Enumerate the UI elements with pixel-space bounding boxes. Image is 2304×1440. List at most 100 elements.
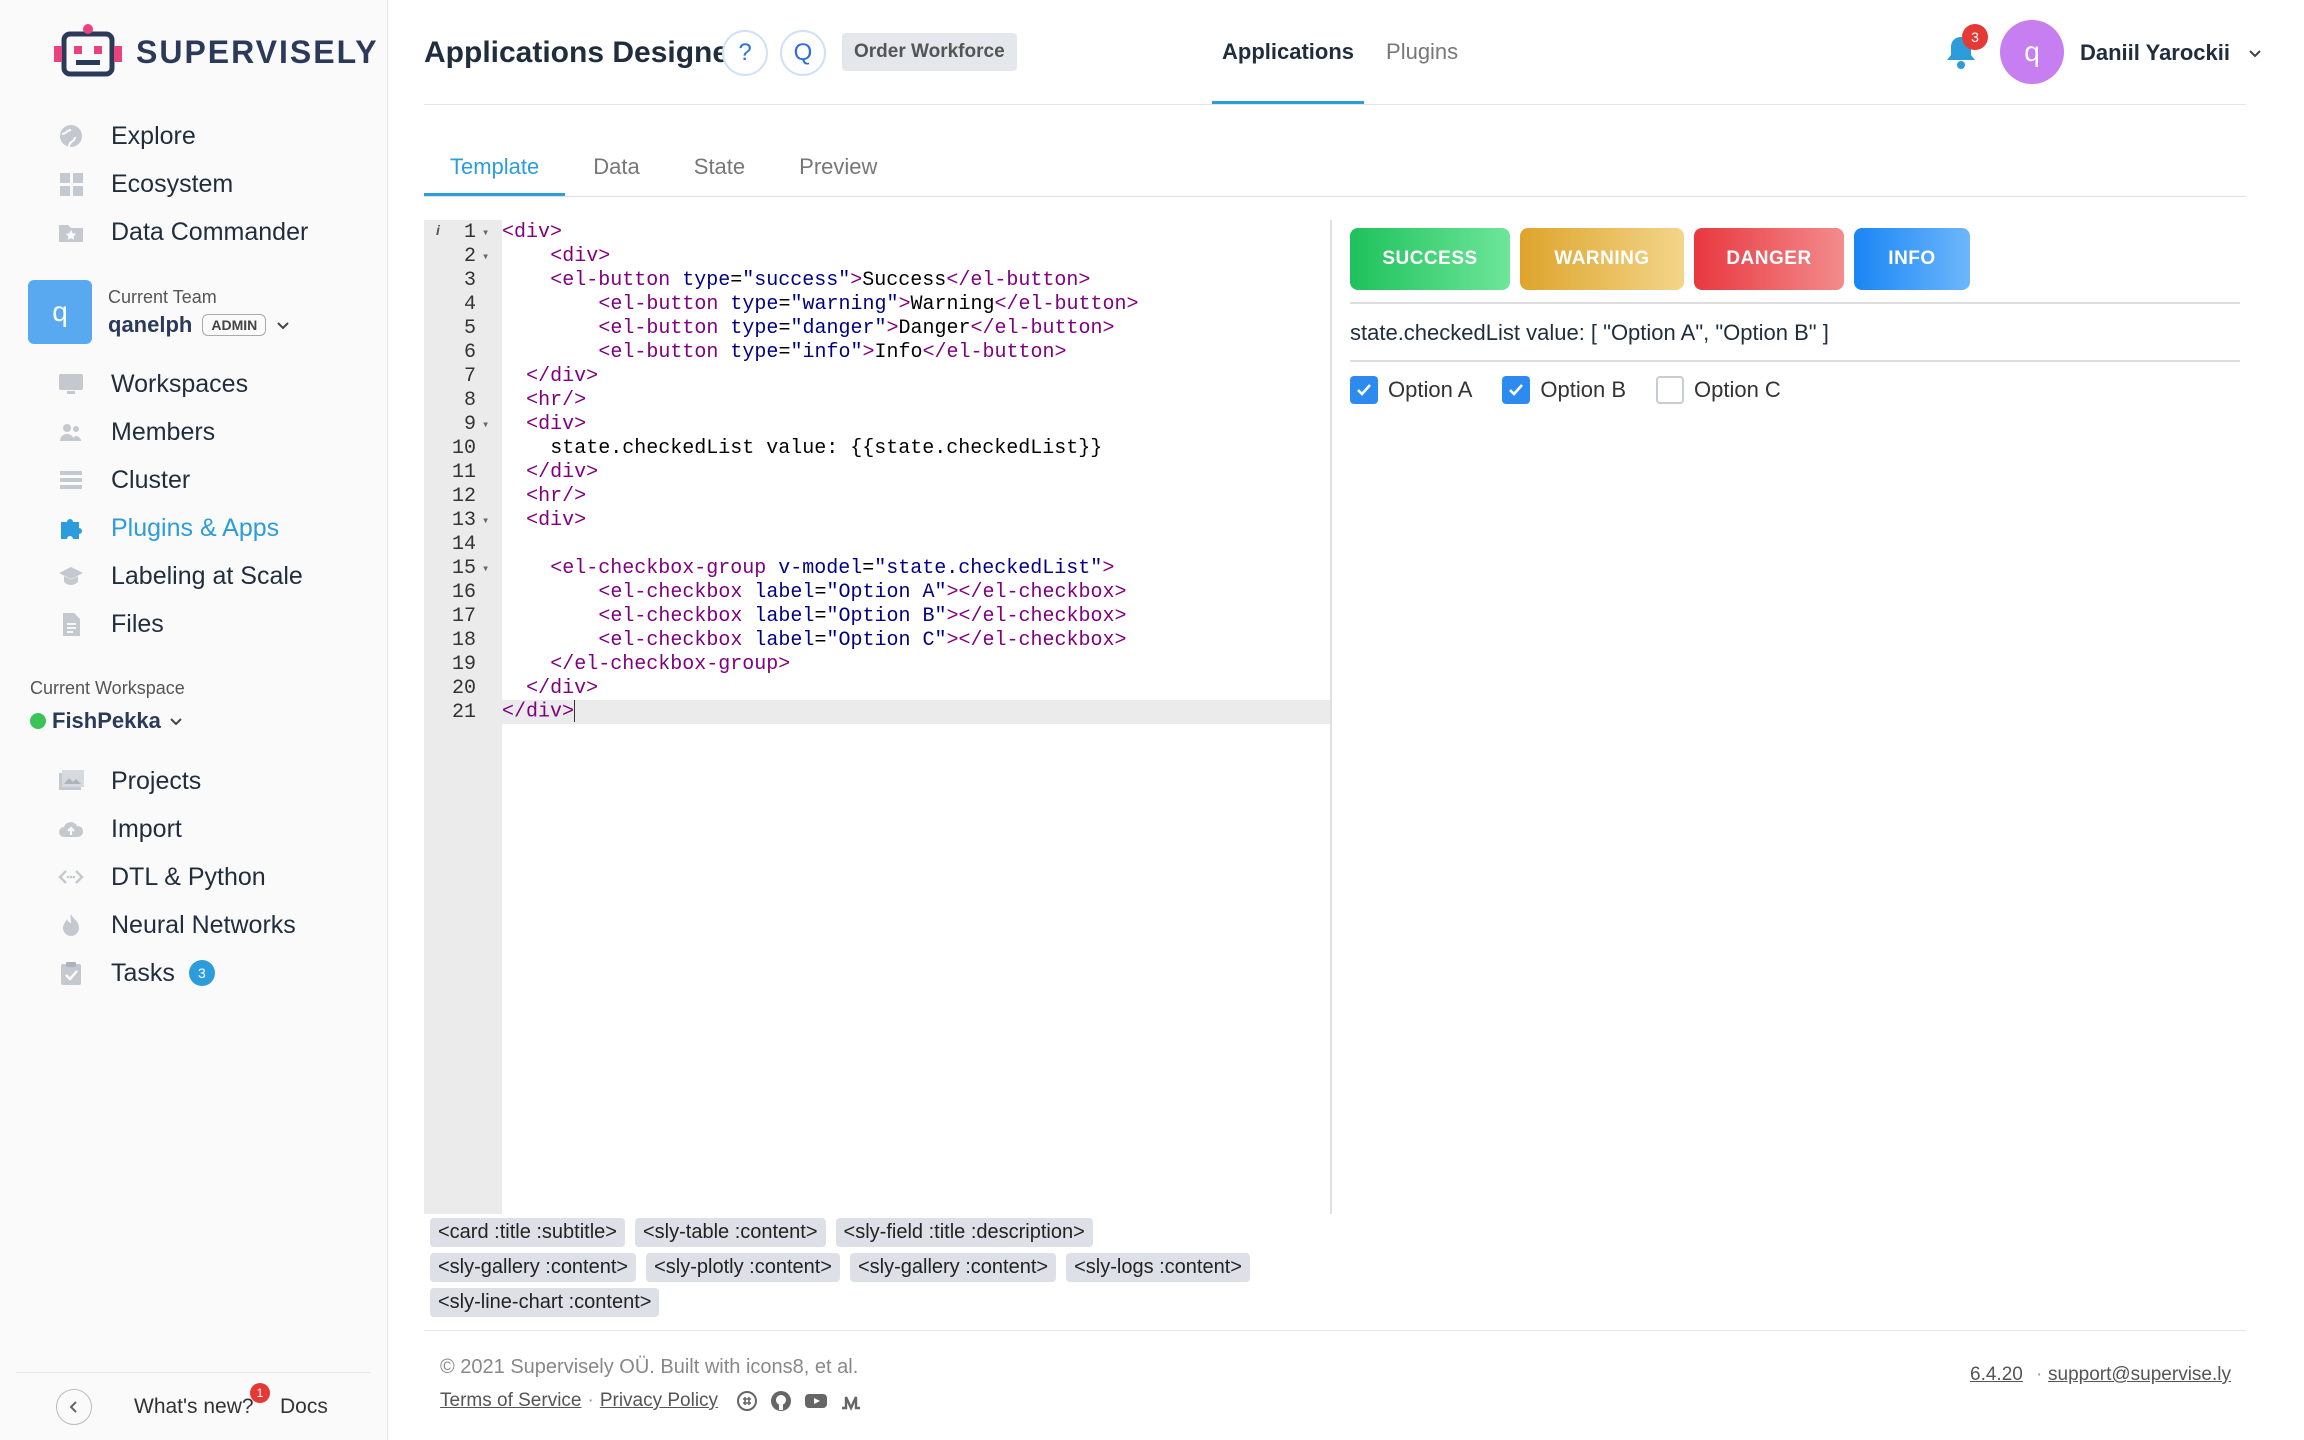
sidebar-item-members[interactable]: Members	[56, 408, 376, 456]
terms-link[interactable]: Terms of Service	[440, 1390, 581, 1412]
privacy-link[interactable]: Privacy Policy	[600, 1390, 718, 1412]
code-text: <div>	[502, 221, 562, 244]
workspace-switcher[interactable]: FishPekka	[30, 708, 185, 734]
team-switcher[interactable]: q Current Team qanelph ADMIN	[28, 280, 292, 344]
medium-icon[interactable]	[840, 1391, 862, 1411]
tab-preview[interactable]: Preview	[773, 138, 903, 196]
order-workforce-tag[interactable]: Order Workforce	[842, 33, 1017, 71]
danger-button[interactable]: DANGER	[1694, 228, 1844, 290]
collapse-sidebar-button[interactable]	[56, 1389, 92, 1425]
sidebar-item-data-commander[interactable]: Data Commander	[56, 208, 376, 256]
code-line[interactable]: 8 <hr/>	[424, 388, 1330, 412]
youtube-icon[interactable]	[804, 1391, 828, 1411]
code-line[interactable]: 16 <el-checkbox label="Option A"></el-che…	[424, 580, 1330, 604]
code-line[interactable]: 20 </div>	[424, 676, 1330, 700]
sidebar-item-import[interactable]: Import	[56, 805, 376, 853]
search-button[interactable]: Q	[780, 30, 826, 76]
preview-divider	[1350, 360, 2240, 362]
snippet-chip[interactable]: <sly-gallery :content>	[849, 1253, 1057, 1282]
user-avatar[interactable]: q	[2000, 20, 2064, 84]
text-cursor	[574, 700, 576, 723]
code-line[interactable]: 7 </div>	[424, 364, 1330, 388]
code-line[interactable]: 12 <hr/>	[424, 484, 1330, 508]
help-button[interactable]: ?	[722, 30, 768, 76]
fold-arrow-icon[interactable]: ▾	[482, 561, 502, 576]
snippet-chip[interactable]: <sly-gallery :content>	[430, 1253, 637, 1282]
checkbox-checked-icon[interactable]	[1350, 376, 1378, 404]
chevron-down-icon	[170, 718, 182, 726]
warning-button[interactable]: WARNING	[1520, 228, 1684, 290]
tab-template[interactable]: Template	[424, 138, 566, 196]
code-line[interactable]: 18 <el-checkbox label="Option C"></el-che…	[424, 628, 1330, 652]
code-token: label	[754, 604, 815, 628]
code-line[interactable]: 19 </el-checkbox-group>	[424, 652, 1330, 676]
sidebar-item-files[interactable]: Files	[56, 600, 376, 648]
code-editor[interactable]: i 1 ▾ <div> 2 ▾ <div> 3 <el-button type="succes…	[424, 220, 1332, 1214]
code-line[interactable]: 11 </div>	[424, 460, 1330, 484]
snippet-chip[interactable]: <card :title :subtitle>	[430, 1218, 625, 1247]
sidebar-item-plugins-apps[interactable]: Plugins & Apps	[56, 504, 376, 552]
snippet-chip[interactable]: <sly-field :title :description>	[835, 1218, 1093, 1247]
fold-arrow-icon[interactable]: ▾	[482, 417, 502, 432]
sidebar-item-ecosystem[interactable]: Ecosystem	[56, 160, 376, 208]
code-line[interactable]: 5 <el-button type="danger">Danger</el-but…	[424, 316, 1330, 340]
code-text: <div>	[502, 509, 586, 532]
sidebar-item-projects[interactable]: Projects	[56, 757, 376, 805]
checkbox-option-b[interactable]: Option B	[1502, 376, 1626, 404]
checkbox-option-c[interactable]: Option C	[1656, 376, 1781, 404]
line-number: 8	[463, 388, 476, 412]
info-button[interactable]: INFO	[1854, 228, 1970, 290]
tab-applications[interactable]: Applications	[1212, 0, 1365, 104]
checkbox-empty-icon[interactable]	[1656, 376, 1684, 404]
code-token: </div>	[526, 676, 599, 700]
line-number: 2	[463, 244, 476, 268]
fold-arrow-icon[interactable]: ▾	[482, 225, 502, 240]
snippet-chip[interactable]: <sly-table :content>	[634, 1218, 826, 1247]
code-line[interactable]: 17 <el-checkbox label="Option B"></el-che…	[424, 604, 1330, 628]
sidebar-item-workspaces[interactable]: Workspaces	[56, 360, 376, 408]
code-line[interactable]: 1 ▾ <div>	[424, 220, 1330, 244]
snippet-chip[interactable]: <sly-logs :content>	[1066, 1253, 1250, 1282]
code-token: <el-button	[598, 292, 731, 316]
snippet-chip[interactable]: <sly-plotly :content>	[646, 1253, 840, 1282]
fold-arrow-icon[interactable]: ▾	[482, 513, 502, 528]
slack-icon[interactable]	[736, 1390, 758, 1412]
code-line[interactable]: 9 ▾ <div>	[424, 412, 1330, 436]
code-line[interactable]: 21 </div>	[424, 700, 1330, 724]
code-line[interactable]: 4 <el-button type="warning">Warning</el-b…	[424, 292, 1330, 316]
code-line[interactable]: 13 ▾ <div>	[424, 508, 1330, 532]
state-value-text: state.checkedList value: [ "Option A", "…	[1350, 320, 1829, 345]
sidebar-item-tasks[interactable]: Tasks 3	[56, 949, 376, 997]
user-menu[interactable]: Daniil Yarockii	[2080, 40, 2264, 66]
success-button[interactable]: SUCCESS	[1350, 228, 1510, 290]
tab-data[interactable]: Data	[567, 138, 665, 196]
snippet-chip[interactable]: <sly-line-chart :content>	[430, 1288, 660, 1317]
docs-link[interactable]: Docs	[280, 1395, 328, 1419]
code-token: v-model	[778, 556, 863, 580]
code-line[interactable]: 6 <el-button type="info">Info</el-button>	[424, 340, 1330, 364]
code-line[interactable]: 10 state.checkedList value: {{state.check…	[424, 436, 1330, 460]
sidebar-item-labeling-at-scale[interactable]: Labeling at Scale	[56, 552, 376, 600]
tab-state[interactable]: State	[668, 138, 771, 196]
code-line[interactable]: 15 ▾ <el-checkbox-group v-model="state.che…	[424, 556, 1330, 580]
logo[interactable]: SUPERVISELY	[54, 24, 379, 80]
chevron-left-icon	[69, 1401, 77, 1413]
team-name[interactable]: qanelph ADMIN	[108, 312, 292, 338]
code-line[interactable]: 3 <el-button type="success">Success</el-b…	[424, 268, 1330, 292]
fold-arrow-icon[interactable]: ▾	[482, 249, 502, 264]
code-line[interactable]: 2 ▾ <div>	[424, 244, 1330, 268]
checkbox-checked-icon[interactable]	[1502, 376, 1531, 404]
code-text: <el-button type="danger">Danger</el-butt…	[502, 317, 1114, 340]
sidebar-item-cluster[interactable]: Cluster	[56, 456, 376, 504]
whats-new-link[interactable]: What's new?	[134, 1395, 254, 1419]
github-icon[interactable]	[770, 1390, 792, 1412]
sidebar-item-explore[interactable]: Explore	[56, 112, 376, 160]
code-line[interactable]: 14	[424, 532, 1330, 556]
code-lines[interactable]: 1 ▾ <div> 2 ▾ <div> 3 <el-button type="success"…	[424, 220, 1330, 724]
sidebar-item-dtl-python[interactable]: DTL & Python	[56, 853, 376, 901]
support-email-link[interactable]: support@supervise.ly	[2048, 1364, 2231, 1386]
tab-plugins[interactable]: Plugins	[1376, 0, 1468, 104]
version-link[interactable]: 6.4.20	[1970, 1364, 2023, 1386]
checkbox-option-a[interactable]: Option A	[1350, 376, 1472, 404]
sidebar-item-neural-networks[interactable]: Neural Networks	[56, 901, 376, 949]
